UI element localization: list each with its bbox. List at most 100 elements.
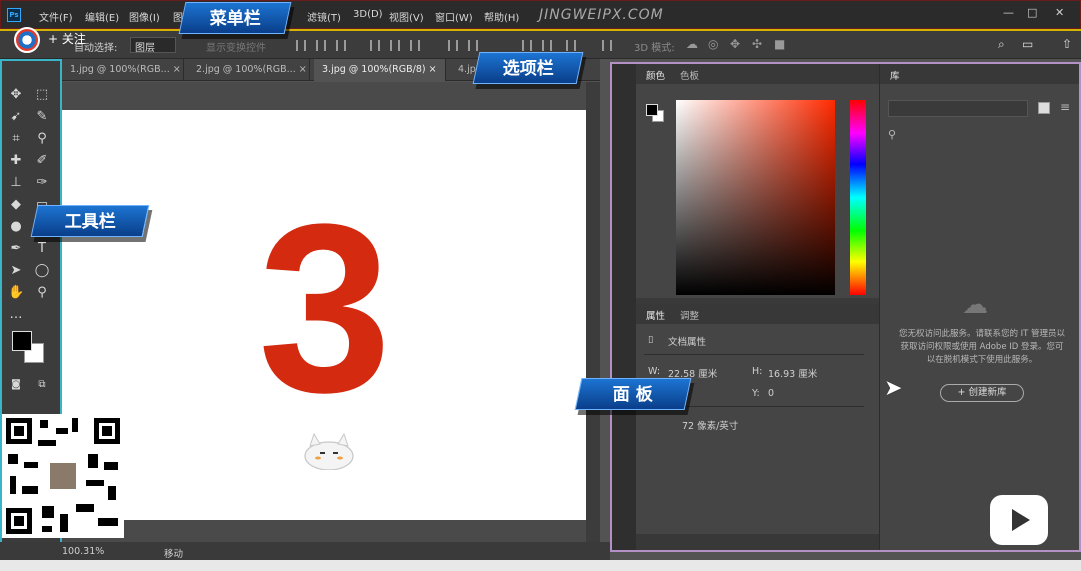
quick-select-tool-icon[interactable]: ✎ <box>34 109 50 125</box>
align-bottom-icon[interactable] <box>336 40 346 51</box>
path-select-tool-icon[interactable]: ➤ <box>8 263 24 279</box>
height-value[interactable]: 16.93 厘米 <box>768 366 817 380</box>
collapsed-bottom-tabs[interactable] <box>636 534 879 550</box>
quick-mask-icon[interactable]: ◙ <box>8 377 24 393</box>
more-tools-icon[interactable]: … <box>8 307 24 323</box>
screen-mode-icon[interactable]: ⧉ <box>34 377 50 393</box>
hue-slider[interactable] <box>850 100 866 295</box>
align-center-icon[interactable] <box>390 40 400 51</box>
photoshop-window: Ps 文件(F) 编辑(E) 图像(I) 图 滤镜(T) 3D(D) 视图(V)… <box>0 0 1081 571</box>
document-canvas-area[interactable]: 3 <box>62 82 600 542</box>
callout-toolbar-label: 工具栏 <box>64 212 116 232</box>
menu-filter[interactable]: 滤镜(T) <box>307 9 341 24</box>
marquee-tool-icon[interactable]: ⬚ <box>34 87 50 103</box>
uploader-avatar[interactable] <box>14 27 40 53</box>
healing-brush-tool-icon[interactable]: ✚ <box>8 153 24 169</box>
follow-button[interactable]: + 关注 <box>48 30 86 47</box>
distribute-center-icon[interactable] <box>542 40 552 51</box>
close-button[interactable]: ✕ <box>1055 6 1064 19</box>
video-play-icon[interactable] <box>990 495 1048 545</box>
callout-optionsbar: 选项栏 <box>472 52 584 84</box>
tab-close-icon[interactable]: × <box>429 64 437 75</box>
y-value[interactable]: 0 <box>768 388 774 399</box>
hand-tool-icon[interactable]: ✋ <box>8 285 24 301</box>
grid-view-icon[interactable] <box>1038 102 1050 114</box>
tab-adjustments[interactable]: 调整 <box>680 308 699 322</box>
type-tool-icon[interactable]: T <box>34 241 50 257</box>
zoom-level[interactable]: 100.31% <box>62 546 104 557</box>
workspace-icon[interactable]: ▭ <box>1022 37 1033 51</box>
menu-image[interactable]: 图像(I) <box>129 9 160 24</box>
move-tool-icon[interactable]: ✥ <box>8 87 24 103</box>
width-label: W: <box>648 366 661 377</box>
show-transform-label[interactable]: 显示变换控件 <box>206 39 266 54</box>
scale-3d-icon[interactable]: ■ <box>774 37 785 51</box>
minimize-button[interactable]: — <box>1003 6 1014 19</box>
menu-edit[interactable]: 编辑(E) <box>85 9 119 24</box>
foreground-color-swatch[interactable] <box>12 331 32 351</box>
slide-3d-icon[interactable]: ✣ <box>752 37 762 51</box>
list-view-icon[interactable]: ≡ <box>1060 100 1070 114</box>
callout-toolbar: 工具栏 <box>30 205 150 237</box>
menu-file[interactable]: 文件(F) <box>39 9 73 24</box>
menu-window[interactable]: 窗口(W) <box>435 9 473 24</box>
history-brush-tool-icon[interactable]: ✑ <box>34 175 50 191</box>
crop-tool-icon[interactable]: ⌗ <box>8 131 24 147</box>
menu-view[interactable]: 视图(V) <box>389 9 424 24</box>
auto-align-icon[interactable] <box>602 40 612 51</box>
eyedropper-tool-icon[interactable]: ⚲ <box>34 131 50 147</box>
qr-center-photo <box>48 461 78 491</box>
tab-close-icon[interactable]: × <box>299 64 307 75</box>
color-picker-field[interactable] <box>676 100 835 295</box>
tab-color[interactable]: 颜色 <box>646 68 665 82</box>
create-library-button[interactable]: + 创建新库 <box>940 384 1024 402</box>
color-panel-tabs: 颜色 色板 <box>636 64 879 84</box>
pen-tool-icon[interactable]: ✒ <box>8 241 24 257</box>
distribute-top-icon[interactable] <box>448 40 458 51</box>
tab-close-icon[interactable]: × <box>173 64 181 75</box>
align-top-icon[interactable] <box>296 40 306 51</box>
tab-libraries[interactable]: 库 <box>890 68 900 82</box>
tab-3-jpg[interactable]: 3.jpg @ 100%(RGB/8) × <box>314 59 446 81</box>
properties-panel: 属性 调整 ▯ 文档属性 W: 22.58 厘米 H: 16.93 厘米 Y: … <box>636 304 879 550</box>
tab-2-jpg[interactable]: 2.jpg @ 100%(RGB... × <box>188 59 310 81</box>
search-icon[interactable]: ⌕ <box>998 37 1005 52</box>
ellipse-tool-icon[interactable]: ◯ <box>34 263 50 279</box>
canvas-vertical-scrollbar[interactable] <box>586 82 600 542</box>
library-search-icon[interactable]: ⚲ <box>888 128 896 141</box>
eraser-tool-icon[interactable]: ◆ <box>8 197 24 213</box>
auto-select-dropdown[interactable]: 图层 <box>130 37 176 54</box>
status-bar: 100.31% 移动 <box>0 542 610 560</box>
align-left-icon[interactable] <box>370 40 380 51</box>
align-right-icon[interactable] <box>410 40 420 51</box>
drag-3d-icon[interactable]: ✥ <box>730 37 740 51</box>
orbit-3d-icon[interactable]: ☁ <box>686 37 698 51</box>
video-progress-strip[interactable] <box>0 560 1081 571</box>
distribute-right-icon[interactable] <box>566 40 576 51</box>
document-canvas[interactable]: 3 <box>62 110 586 520</box>
roll-3d-icon[interactable]: ◎ <box>708 37 718 51</box>
callout-menubar: 菜单栏 <box>178 2 292 34</box>
maximize-button[interactable]: □ <box>1027 6 1037 19</box>
panel-fg-bg-swatch[interactable] <box>646 104 664 122</box>
lasso-tool-icon[interactable]: ➹ <box>8 109 24 125</box>
brush-tool-icon[interactable]: ✐ <box>34 153 50 169</box>
library-select[interactable] <box>888 100 1028 117</box>
zoom-tool-icon[interactable]: ⚲ <box>34 285 50 301</box>
color-panel: 颜色 色板 <box>636 64 879 298</box>
share-icon[interactable]: ⇧ <box>1062 37 1072 51</box>
tab-label: 3.jpg @ 100%(RGB/8) <box>322 64 426 75</box>
resolution-value[interactable]: 72 像素/英寸 <box>682 418 738 432</box>
clone-stamp-tool-icon[interactable]: ⊥ <box>8 175 24 191</box>
distribute-left-icon[interactable] <box>522 40 532 51</box>
menu-3d[interactable]: 3D(D) <box>353 9 383 20</box>
align-middle-icon[interactable] <box>316 40 326 51</box>
properties-panel-tabs: 属性 调整 <box>636 304 879 324</box>
tab-properties[interactable]: 属性 <box>646 308 665 322</box>
tab-swatches[interactable]: 色板 <box>680 68 699 82</box>
tab-1-jpg[interactable]: 1.jpg @ 100%(RGB... × <box>62 59 184 81</box>
distribute-middle-icon[interactable] <box>468 40 478 51</box>
menu-help[interactable]: 帮助(H) <box>484 9 519 24</box>
collapsed-panel-icons[interactable] <box>612 64 636 550</box>
blur-tool-icon[interactable]: ● <box>8 219 24 235</box>
